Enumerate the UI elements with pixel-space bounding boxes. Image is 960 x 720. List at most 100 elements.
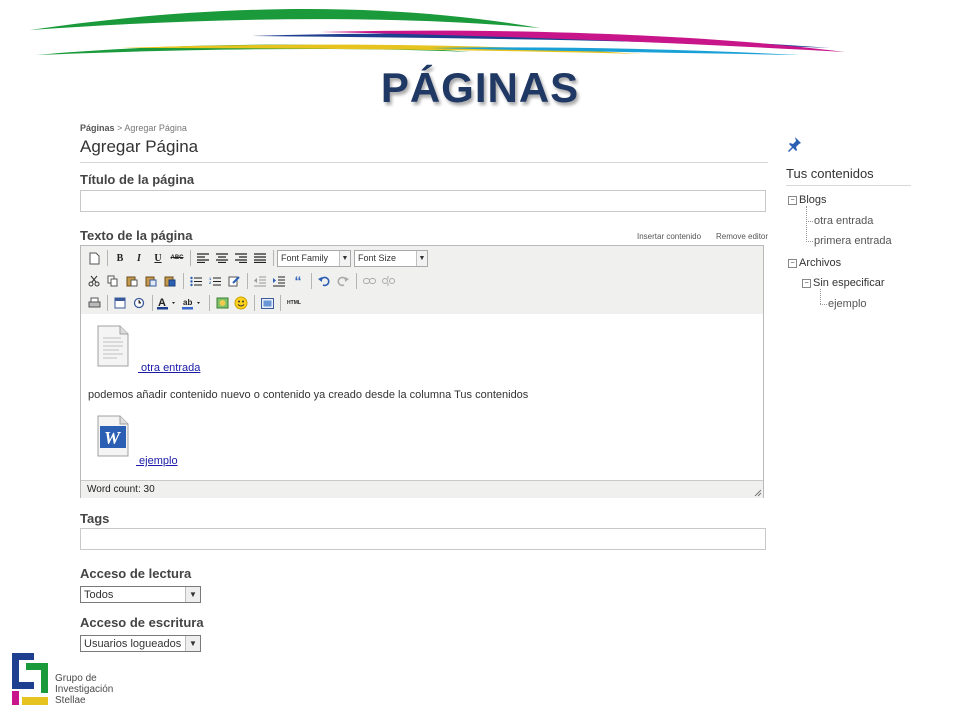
font-size-select[interactable]: Font Size ▼ — [354, 249, 428, 267]
strikethrough-button[interactable]: ABC — [168, 249, 186, 267]
toolbar-separator — [190, 250, 191, 266]
editor-toolbar: B I U ABC Font Family ▼ Font Size ▼ 1 2 … — [81, 246, 763, 315]
write-access-label: Acceso de escritura — [80, 615, 204, 630]
breadcrumb-current: Agregar Página — [124, 123, 187, 133]
chevron-down-icon: ▼ — [185, 636, 200, 651]
breadcrumb-separator: > — [117, 123, 123, 133]
toolbar-separator — [356, 273, 357, 289]
title-input[interactable] — [80, 190, 766, 212]
content-paragraph: podemos añadir contenido nuevo o conteni… — [88, 389, 529, 401]
tags-input[interactable] — [80, 528, 766, 550]
read-access-select[interactable]: Todos ▼ — [80, 586, 201, 603]
toolbar-separator — [273, 250, 274, 266]
toolbar-row-1: B I U ABC Font Family ▼ Font Size ▼ — [85, 248, 431, 268]
italic-button[interactable]: I — [130, 249, 148, 267]
bold-button[interactable]: B — [111, 249, 129, 267]
print-icon[interactable] — [85, 294, 103, 312]
font-family-value: Font Family — [281, 253, 329, 263]
align-center-icon[interactable] — [213, 249, 231, 267]
toolbar-separator — [247, 273, 248, 289]
swoosh-cyan — [430, 47, 800, 55]
paste-text-icon[interactable] — [142, 272, 160, 290]
unlink-icon[interactable] — [379, 272, 397, 290]
logo-line-1: Grupo de — [55, 673, 97, 684]
redo-icon[interactable] — [334, 272, 352, 290]
word-document-icon: W — [97, 415, 129, 457]
blockquote-icon[interactable]: “ — [289, 272, 307, 290]
tree-connector — [806, 206, 807, 242]
media-icon[interactable] — [258, 294, 276, 312]
svg-text:2: 2 — [209, 280, 212, 285]
image-icon[interactable] — [213, 294, 231, 312]
slide-title: PÁGINAS — [380, 64, 580, 111]
tree-connector — [806, 241, 813, 242]
time-icon[interactable] — [130, 294, 148, 312]
tree-item-ejemplo[interactable]: ejemplo — [828, 298, 867, 310]
logo-text: Grupo de Investigación Stellae — [55, 673, 113, 706]
tree-item-archivos[interactable]: Archivos — [799, 257, 841, 269]
collapse-sin-especificar-icon[interactable]: − — [802, 279, 811, 288]
svg-text:W: W — [104, 428, 122, 448]
resize-handle-icon[interactable] — [752, 487, 762, 497]
highlight-color-icon[interactable]: ab — [181, 294, 205, 312]
collapse-archivos-icon[interactable]: − — [788, 259, 797, 268]
html-source-button[interactable]: HTML — [284, 294, 304, 312]
sidebar-title: Tus contenidos — [786, 166, 874, 181]
tree-item-sin-especificar[interactable]: Sin especificar — [813, 277, 885, 289]
underline-button[interactable]: U — [149, 249, 167, 267]
tree-item-blogs[interactable]: Blogs — [799, 194, 827, 206]
word-count: Word count: 30 — [87, 484, 155, 495]
font-size-value: Font Size — [358, 253, 397, 263]
indent-icon[interactable] — [270, 272, 288, 290]
undo-icon[interactable] — [315, 272, 333, 290]
text-label: Texto de la página — [80, 228, 193, 243]
editor-content[interactable]: otra entrada podemos añadir contenido nu… — [81, 314, 763, 480]
toolbar-separator — [107, 295, 108, 311]
toolbar-row-3: A ab HTML — [85, 293, 305, 313]
write-access-value: Usuarios logueados — [84, 637, 182, 650]
swoosh-green — [30, 9, 540, 30]
emoticon-icon[interactable] — [232, 294, 250, 312]
bullet-list-icon[interactable] — [187, 272, 205, 290]
edit-icon[interactable] — [225, 272, 243, 290]
tree-item-otra-entrada[interactable]: otra entrada — [814, 215, 873, 227]
toolbar-separator — [280, 295, 281, 311]
title-label: Título de la página — [80, 172, 195, 187]
cut-icon[interactable] — [85, 272, 103, 290]
write-access-select[interactable]: Usuarios logueados ▼ — [80, 635, 201, 652]
tree-connector — [806, 221, 813, 222]
numbered-list-icon[interactable]: 12 — [206, 272, 224, 290]
content-link-ejemplo[interactable]: ejemplo — [136, 455, 178, 467]
toolbar-row-2: 12 “ — [85, 271, 398, 291]
align-justify-icon[interactable] — [251, 249, 269, 267]
read-access-label: Acceso de lectura — [80, 566, 192, 581]
align-left-icon[interactable] — [194, 249, 212, 267]
tree-item-primera-entrada[interactable]: primera entrada — [814, 235, 892, 247]
remove-editor-link[interactable]: Remove editor — [716, 232, 768, 241]
paste-icon[interactable] — [123, 272, 141, 290]
toolbar-separator — [183, 273, 184, 289]
content-link-otra-entrada[interactable]: otra entrada — [138, 362, 200, 374]
document-icon — [97, 325, 129, 367]
header-swoosh — [30, 9, 845, 55]
align-right-icon[interactable] — [232, 249, 250, 267]
logo-line-2: Investigación — [55, 684, 114, 695]
new-document-icon[interactable] — [85, 249, 103, 267]
tree-connector — [820, 289, 821, 304]
insert-content-link[interactable]: Insertar contenido — [637, 232, 701, 241]
toolbar-separator — [152, 295, 153, 311]
svg-text:ab: ab — [183, 298, 192, 307]
stellae-logo-icon — [12, 653, 48, 705]
copy-icon[interactable] — [104, 272, 122, 290]
link-icon[interactable] — [360, 272, 378, 290]
outdent-icon[interactable] — [251, 272, 269, 290]
font-family-select[interactable]: Font Family ▼ — [277, 249, 351, 267]
date-icon[interactable] — [111, 294, 129, 312]
breadcrumb-root[interactable]: Páginas — [80, 123, 115, 133]
sidebar-divider — [786, 185, 911, 186]
collapse-blogs-icon[interactable]: − — [788, 196, 797, 205]
toolbar-separator — [254, 295, 255, 311]
paste-word-icon[interactable] — [161, 272, 179, 290]
text-color-icon[interactable]: A — [156, 294, 180, 312]
pin-icon[interactable] — [786, 136, 802, 152]
